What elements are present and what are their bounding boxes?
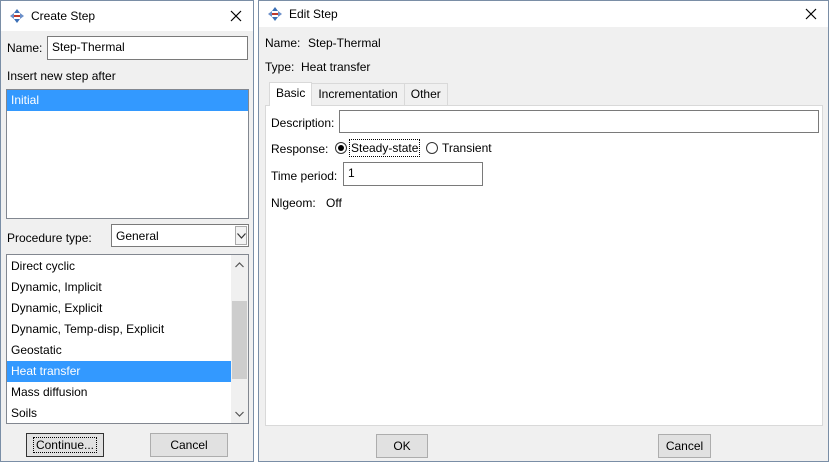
type-value: Heat transfer xyxy=(301,60,371,74)
tab-incrementation[interactable]: Incrementation xyxy=(311,83,405,105)
name-label: Name: xyxy=(7,41,43,55)
list-item[interactable]: Geostatic xyxy=(7,340,231,361)
app-icon xyxy=(268,7,282,21)
cancel-button-label: Cancel xyxy=(170,438,208,452)
list-item[interactable]: Soils xyxy=(7,403,231,423)
transient-radio[interactable] xyxy=(426,142,438,154)
procedure-list-scrollbar[interactable] xyxy=(231,255,248,423)
continue-button[interactable]: Continue... xyxy=(26,433,104,457)
list-item[interactable]: Dynamic, Explicit xyxy=(7,298,231,319)
create-step-titlebar[interactable]: Create Step xyxy=(1,1,253,31)
procedure-type-label: Procedure type: xyxy=(7,231,92,245)
edit-name-label: Name: xyxy=(265,36,301,50)
chevron-down-icon[interactable] xyxy=(235,226,247,245)
ok-button-label: OK xyxy=(393,439,411,453)
time-period-label: Time period: xyxy=(271,169,338,183)
name-input[interactable]: Step-Thermal xyxy=(47,36,248,60)
procedure-type-select[interactable]: General xyxy=(111,224,249,247)
list-item[interactable]: Direct cyclic xyxy=(7,256,231,277)
list-item[interactable]: Dynamic, Implicit xyxy=(7,277,231,298)
list-item-initial[interactable]: Initial xyxy=(7,90,248,111)
ok-button[interactable]: OK xyxy=(376,434,428,458)
type-label: Type: xyxy=(265,60,295,74)
scroll-thumb[interactable] xyxy=(232,301,247,379)
close-icon[interactable] xyxy=(227,7,245,25)
nlgeom-value: Off xyxy=(326,196,342,210)
continue-button-label: Continue... xyxy=(32,437,98,453)
nlgeom-label: Nlgeom: xyxy=(271,196,316,210)
steady-state-label[interactable]: Steady-state xyxy=(348,139,421,157)
tab-other[interactable]: Other xyxy=(403,83,448,105)
edit-step-title: Edit Step xyxy=(289,7,338,21)
edit-cancel-button[interactable]: Cancel xyxy=(658,434,711,458)
time-period-input[interactable]: 1 xyxy=(343,162,483,186)
scroll-down-icon[interactable] xyxy=(231,405,248,422)
tab-panel-basic: Description: Response: Steady-state Tran… xyxy=(265,105,823,426)
edit-step-dialog: Edit Step Name: Step-Thermal Type: Heat … xyxy=(258,0,829,462)
tab-basic[interactable]: Basic xyxy=(269,82,313,106)
tab-bar: Basic Incrementation Other xyxy=(269,82,448,106)
edit-cancel-button-label: Cancel xyxy=(665,439,704,453)
response-label: Response: xyxy=(271,142,329,156)
edit-step-titlebar[interactable]: Edit Step xyxy=(259,1,828,27)
close-icon[interactable] xyxy=(802,5,820,23)
description-input[interactable] xyxy=(339,110,819,133)
insert-after-label: Insert new step after xyxy=(7,69,116,83)
list-item[interactable]: Dynamic, Temp-disp, Explicit xyxy=(7,319,231,340)
edit-name-value: Step-Thermal xyxy=(308,36,381,50)
list-item[interactable]: Mass diffusion xyxy=(7,382,231,403)
create-step-title: Create Step xyxy=(31,9,96,23)
create-step-dialog: Create Step Name: Step-Thermal Insert ne… xyxy=(0,0,254,462)
scroll-up-icon[interactable] xyxy=(231,256,248,273)
app-icon xyxy=(10,9,24,23)
transient-label[interactable]: Transient xyxy=(442,141,492,155)
list-item-selected[interactable]: Heat transfer xyxy=(7,361,231,382)
cancel-button[interactable]: Cancel xyxy=(150,433,228,457)
procedure-type-value: General xyxy=(116,229,159,243)
description-label: Description: xyxy=(271,116,335,130)
procedure-list[interactable]: Direct cyclic Dynamic, Implicit Dynamic,… xyxy=(6,254,249,424)
insert-after-list[interactable]: Initial xyxy=(6,89,249,219)
steady-state-radio[interactable] xyxy=(335,142,347,154)
